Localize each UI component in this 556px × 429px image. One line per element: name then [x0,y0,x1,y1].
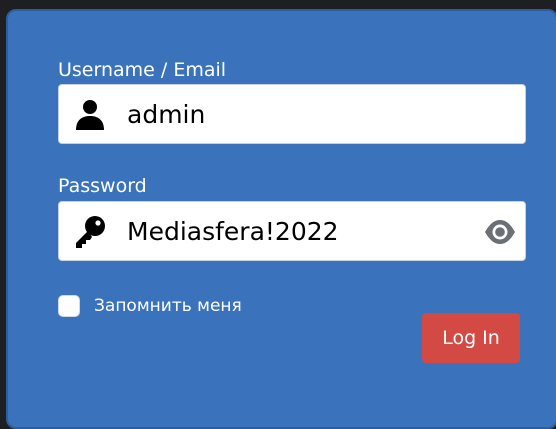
password-label: Password [58,175,147,197]
remember-me-checkbox-row[interactable]: Запомнить меня [58,293,242,319]
key-icon [73,215,107,249]
eye-icon[interactable] [483,218,517,246]
login-button[interactable]: Log In [422,313,520,363]
username-field[interactable] [58,84,526,144]
username-input[interactable] [127,93,467,135]
remember-me-checkbox[interactable] [58,295,80,317]
user-icon [73,98,107,132]
login-panel: Username / Email Password [6,9,556,429]
username-label: Username / Email [58,59,227,81]
remember-me-label: Запомнить меня [94,296,242,316]
password-field[interactable] [58,201,526,261]
password-input[interactable] [127,210,467,252]
